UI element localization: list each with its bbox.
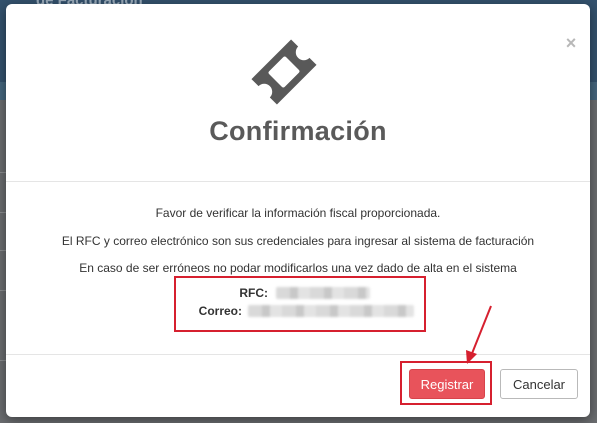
message-warning: En caso de ser erróneos no podar modific… [79, 261, 517, 275]
register-button[interactable]: Registrar [409, 369, 485, 399]
modal-title: Confirmación [209, 116, 387, 146]
confirmation-modal: × Confirmación Favor de verificar la inf… [6, 4, 590, 417]
annotation-arrow-icon [466, 305, 492, 364]
rfc-value-redacted [276, 287, 370, 299]
message-verify: Favor de verificar la información fiscal… [155, 206, 441, 220]
modal-footer: Registrar Cancelar [6, 355, 590, 417]
message-credentials: El RFC y correo electrónico son sus cred… [61, 234, 535, 248]
close-button[interactable]: × [563, 34, 579, 52]
ticket-icon [251, 39, 317, 105]
modal-body: Favor de verificar la información fiscal… [6, 182, 590, 355]
modal-header: × Confirmación [6, 4, 590, 182]
correo-label: Correo: [198, 304, 242, 318]
fiscal-info-highlight: RFC: Correo: [174, 276, 426, 332]
correo-value-redacted [248, 305, 414, 317]
rfc-label: RFC: [239, 286, 268, 300]
cancel-button[interactable]: Cancelar [500, 369, 578, 399]
